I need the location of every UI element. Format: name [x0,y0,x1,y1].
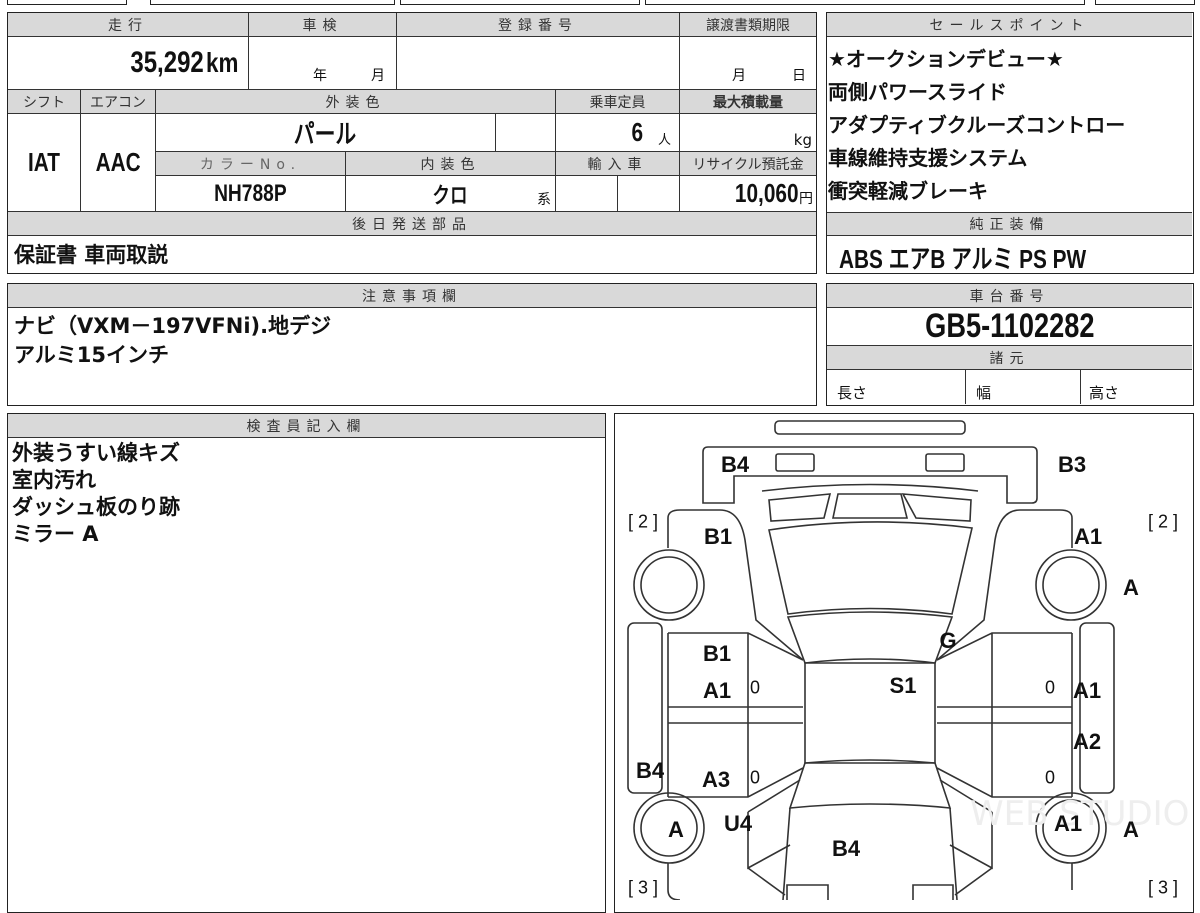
damage-mark-left-rear-door: B1 [702,641,732,666]
damage-mark-right-quarter: A1 [1073,524,1103,549]
wheel-mark-front-left: A [668,817,684,842]
wheel-mark-front-right: A [1123,817,1139,842]
tire-rating-rear-right: [ 2 ] [1147,511,1179,532]
damage-mark-rear-right: B3 [1057,452,1087,477]
damage-mark-left-front-door: A3 [701,767,731,792]
damage-mark-glass: G [939,628,957,653]
damage-mark-left-rear-door: A1 [702,678,732,703]
damage-mark-left-sill: B4 [635,758,665,783]
damage-mark-left-quarter: B1 [703,524,733,549]
door-mark: 0 [1044,677,1056,698]
damage-mark-left-fender: U4 [723,811,753,836]
tire-rating-front-left: [ 3 ] [627,877,659,898]
damage-mark-rear-left: B4 [720,452,750,477]
car-outline: WEB STUDIO [627,420,1189,900]
tire-rating-front-right: [ 3 ] [1147,877,1179,898]
damage-mark-roof: S1 [889,673,917,698]
damage-mark-right-front-door: A2 [1072,729,1102,754]
damage-mark-right-fender: A1 [1053,811,1083,836]
door-mark: 0 [749,767,761,788]
door-mark: 0 [1044,767,1056,788]
wheel-mark-rear-right: A [1123,575,1139,600]
damage-mark-hood: B4 [831,836,861,861]
door-mark: 0 [749,677,761,698]
damage-mark-right-rear-door: A1 [1072,678,1102,703]
tire-rating-rear-left: [ 2 ] [627,511,659,532]
